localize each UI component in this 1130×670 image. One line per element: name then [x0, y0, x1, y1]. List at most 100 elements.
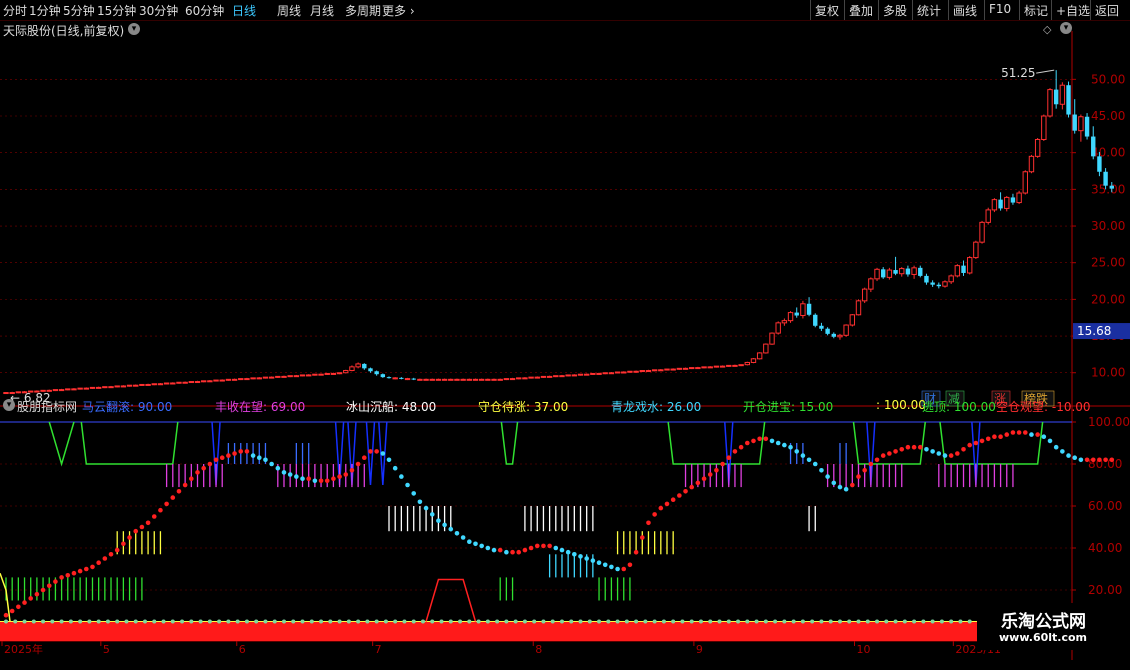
escape-top-shelf — [667, 421, 766, 465]
settings-icon[interactable]: ▾ — [1060, 22, 1072, 34]
fill-dot — [597, 619, 602, 624]
period-tab-3[interactable]: 15分钟 — [97, 2, 136, 19]
trend-dot — [998, 434, 1003, 440]
candle-body — [170, 382, 176, 385]
fill-dot — [902, 619, 907, 624]
toolbar-action-5[interactable]: F10 — [989, 2, 1011, 16]
price-tick-label: 40.00 — [1091, 146, 1125, 160]
trend-dot — [281, 470, 287, 475]
fill-dot — [698, 619, 703, 624]
candle-body — [881, 269, 886, 278]
fill-dot — [448, 619, 453, 624]
trend-dot — [1072, 455, 1078, 461]
indicator-dropdown-icon[interactable]: ▾ — [3, 399, 15, 411]
candle-body — [139, 383, 145, 386]
candle-body — [256, 377, 262, 380]
candle-body — [924, 275, 929, 283]
trend-dot — [170, 495, 176, 500]
period-tab-1[interactable]: 1分钟 — [29, 2, 61, 19]
trend-dot — [46, 583, 52, 589]
fill-dot — [689, 619, 694, 624]
candle-body — [608, 372, 615, 375]
diamond-icon[interactable]: ◇ — [1043, 23, 1051, 36]
trend-dot — [572, 552, 577, 557]
toolbar-action-3[interactable]: 统计 — [917, 2, 941, 19]
fill-dot — [615, 619, 620, 624]
candle-body — [1034, 138, 1041, 157]
candle-body — [145, 383, 151, 386]
indicator-name[interactable]: 股朋指标网 — [17, 398, 77, 415]
candle-body — [614, 371, 621, 374]
trend-dot — [90, 564, 95, 570]
candle-body — [1010, 197, 1016, 203]
trend-dot — [621, 566, 627, 572]
toolbar-action-6[interactable]: 标记 — [1024, 2, 1048, 19]
candle-body — [775, 322, 781, 334]
candle-body — [133, 384, 139, 387]
candle-body — [1103, 171, 1108, 186]
trend-dot — [467, 539, 472, 544]
period-tab-8[interactable]: 月线 — [310, 2, 334, 19]
trend-dot — [22, 600, 27, 605]
candle-body — [991, 199, 998, 211]
trend-dot — [794, 449, 800, 454]
toolbar-action-7[interactable]: +自选 — [1056, 2, 1090, 19]
trend-dot — [139, 524, 145, 530]
trend-dot — [979, 438, 985, 444]
fill-dot — [365, 619, 370, 624]
trend-dot — [942, 453, 948, 458]
period-tab-4[interactable]: 30分钟 — [139, 2, 178, 19]
candle-body — [207, 380, 213, 383]
trend-dot — [65, 573, 71, 578]
candle-body — [738, 364, 744, 367]
candle-body — [380, 374, 386, 378]
price-tick-label: 25.00 — [1091, 256, 1125, 270]
trend-dot — [256, 455, 262, 461]
candle-body — [886, 269, 893, 278]
candle-body — [336, 372, 343, 375]
fill-dot — [300, 619, 305, 624]
period-tab-2[interactable]: 5分钟 — [63, 2, 95, 19]
fill-dot — [819, 619, 824, 624]
trend-dot — [911, 444, 917, 450]
trend-dot — [263, 457, 268, 463]
fill-dot — [532, 619, 537, 624]
period-tab-5[interactable]: 60分钟 — [185, 2, 224, 19]
candle-body — [571, 374, 578, 377]
period-tab-7[interactable]: 周线 — [277, 2, 301, 19]
fill-dot — [152, 619, 157, 624]
candle-body — [120, 385, 127, 388]
candle-body — [621, 371, 627, 374]
trend-dot — [442, 522, 447, 528]
period-tab-6[interactable]: 日线 — [232, 2, 256, 19]
trend-dot — [417, 499, 423, 505]
toolbar-action-8[interactable]: 返回 — [1095, 2, 1119, 19]
candle-body — [966, 257, 973, 274]
toolbar-action-1[interactable]: 叠加 — [849, 2, 873, 19]
candle-body — [954, 265, 961, 277]
trend-dot — [287, 472, 293, 477]
fill-dot — [939, 619, 944, 624]
trend-dot — [71, 570, 77, 576]
trend-dot — [460, 535, 466, 540]
dropdown-icon[interactable]: ▾ — [128, 23, 140, 35]
trend-dot — [955, 451, 960, 456]
toolbar-action-0[interactable]: 复权 — [815, 2, 839, 19]
period-tab-9[interactable]: 多周期 — [345, 2, 381, 19]
candle-body — [188, 381, 195, 384]
trend-dot — [880, 453, 886, 458]
trend-dot — [757, 436, 762, 442]
period-tab-0[interactable]: 分时 — [3, 2, 27, 19]
candle-body — [861, 288, 868, 302]
fill-dot — [726, 619, 731, 624]
candle-body — [763, 343, 769, 354]
period-tab-10[interactable]: 更多 › — [382, 2, 415, 19]
fill-dot — [717, 619, 722, 624]
toolbar-action-4[interactable]: 画线 — [953, 2, 977, 19]
fill-dot — [337, 619, 342, 624]
trend-dot — [312, 478, 318, 484]
trend-dot — [905, 444, 911, 450]
toolbar-action-2[interactable]: 多股 — [883, 2, 907, 19]
trend-dot — [856, 474, 861, 479]
fill-dot — [328, 619, 333, 624]
